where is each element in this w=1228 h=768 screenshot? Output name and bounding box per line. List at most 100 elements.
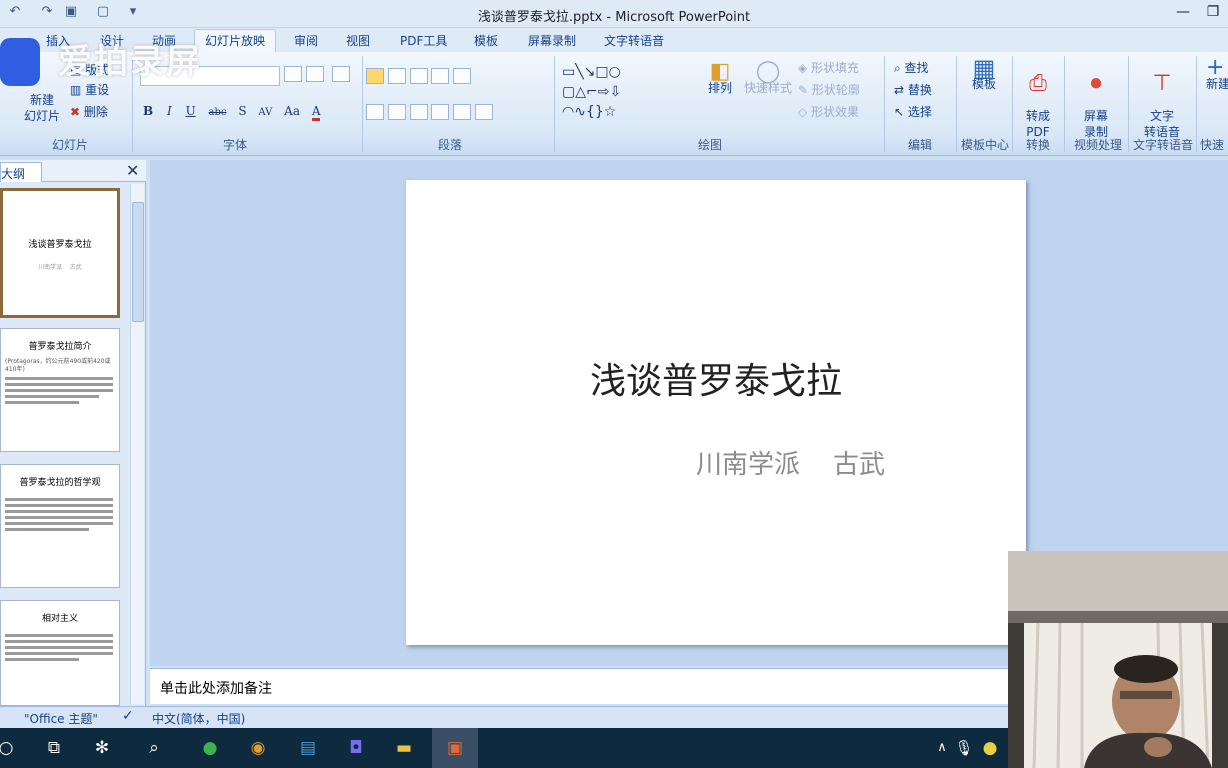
- font-group-label: 字体: [222, 138, 247, 152]
- case-button[interactable]: Aa: [284, 104, 300, 118]
- slide-thumbnail[interactable]: 相对主义: [0, 600, 120, 706]
- tab-template[interactable]: 模板: [468, 32, 504, 49]
- strikethrough-button[interactable]: abc: [209, 107, 227, 118]
- freeform-shape-icon[interactable]: ∿: [574, 104, 586, 120]
- search-icon[interactable]: ⌕: [142, 736, 166, 760]
- align-center-icon[interactable]: [387, 104, 406, 120]
- grow-font-icon[interactable]: [284, 66, 302, 82]
- shape-fill-button[interactable]: ◈ 形状填充: [798, 60, 859, 76]
- align-left-icon[interactable]: [366, 104, 384, 120]
- thumb-line: [5, 528, 89, 531]
- thumb-subtitle: 川南学派 古武: [38, 264, 82, 271]
- slide-thumbnail[interactable]: 浅谈普罗泰戈拉 川南学派 古武: [0, 188, 120, 318]
- shapes-gallery[interactable]: ▭╲↘□○ ▢△⌐⇨⇩ ◠∿{}☆: [562, 62, 692, 122]
- task-view-icon[interactable]: ⧉: [42, 736, 66, 760]
- select-button[interactable]: ↖ 选择: [894, 104, 932, 120]
- shrink-font-icon[interactable]: [305, 66, 324, 82]
- rect-shape-icon[interactable]: □: [595, 64, 608, 80]
- tab-pdf-tools[interactable]: PDF工具: [394, 32, 453, 49]
- down-arrow-shape-icon[interactable]: ⇩: [609, 84, 621, 100]
- numbering-icon[interactable]: [387, 68, 406, 84]
- right-arrow-shape-icon[interactable]: ⇨: [598, 84, 610, 100]
- connector-shape-icon[interactable]: ⌐: [586, 84, 598, 100]
- italic-button[interactable]: I: [167, 104, 172, 118]
- bullets-icon[interactable]: [366, 68, 384, 84]
- spacing-button[interactable]: AV: [258, 107, 272, 118]
- find-label: 查找: [904, 61, 929, 75]
- chrome-icon[interactable]: ◉: [246, 736, 270, 760]
- tab-text-to-speech[interactable]: 文字转语音: [598, 32, 670, 49]
- shape-effects-label: 形状效果: [811, 105, 860, 119]
- star-shape-icon[interactable]: ☆: [604, 104, 617, 120]
- minimize-icon[interactable]: —: [1168, 4, 1198, 20]
- webcam-image: [1008, 551, 1228, 768]
- tab-view[interactable]: 视图: [340, 32, 376, 49]
- line-shape-icon[interactable]: ╲: [575, 64, 583, 80]
- powerpoint-taskbar-icon[interactable]: ▣: [432, 728, 478, 768]
- align-right-icon[interactable]: [409, 104, 428, 120]
- increase-indent-icon[interactable]: [431, 68, 450, 84]
- browser-green-icon[interactable]: ●: [198, 736, 222, 760]
- thumb-line: [5, 498, 113, 501]
- language-status[interactable]: 中文(简体，中国): [152, 710, 245, 727]
- cortana-icon[interactable]: ○: [0, 736, 18, 760]
- current-slide[interactable]: 浅谈普罗泰戈拉 川南学派 古武: [406, 180, 1026, 645]
- roundrect-shape-icon[interactable]: ▢: [562, 84, 575, 100]
- distributed-icon[interactable]: [453, 104, 472, 120]
- shape-effects-button[interactable]: ◇ 形状效果: [798, 104, 859, 120]
- tray-chevron-icon[interactable]: ∧: [930, 736, 954, 760]
- curve-shape-icon[interactable]: ◠: [562, 104, 574, 120]
- restore-icon[interactable]: ❐: [1198, 4, 1228, 20]
- font-size-buttons[interactable]: [284, 66, 330, 86]
- brace-right-icon[interactable]: }: [595, 104, 604, 120]
- notes-pane[interactable]: 单击此处添加备注: [150, 668, 1010, 704]
- notes-placeholder[interactable]: 单击此处添加备注: [160, 678, 272, 698]
- thumb-line: [5, 516, 113, 519]
- contacts-app-icon[interactable]: ▤: [296, 736, 320, 760]
- scrollbar-thumb[interactable]: [132, 202, 144, 322]
- replace-button[interactable]: ⇄ 替换: [894, 82, 932, 98]
- arrange-button[interactable]: ◧ 排列: [700, 61, 740, 96]
- folder-icon[interactable]: ▬: [392, 736, 416, 760]
- close-icon[interactable]: ✕: [126, 161, 139, 180]
- quick-new-button[interactable]: + 新建: [1206, 60, 1228, 92]
- slide-thumbnail[interactable]: 普罗泰戈拉的哲学观: [0, 464, 120, 588]
- thumb-line: [5, 389, 113, 392]
- template-button[interactable]: ▦ 模板: [962, 56, 1006, 92]
- thumbnail-scrollbar[interactable]: [130, 184, 144, 704]
- triangle-shape-icon[interactable]: △: [575, 84, 586, 100]
- brace-left-icon[interactable]: {: [586, 104, 595, 120]
- justify-icon[interactable]: [431, 104, 450, 120]
- tab-screen-record[interactable]: 屏幕录制: [522, 32, 582, 49]
- slide-title[interactable]: 浅谈普罗泰戈拉: [406, 352, 1026, 404]
- columns-icon[interactable]: [475, 104, 494, 120]
- tray-app-icon[interactable]: ●: [978, 736, 1002, 760]
- separator: [554, 56, 555, 152]
- delete-button[interactable]: ✖ 删除: [70, 104, 108, 120]
- tab-review[interactable]: 审阅: [288, 32, 324, 49]
- slide-thumbnail[interactable]: 普罗泰戈拉简介 (Protagoras，约公元前490或前420或410年): [0, 328, 120, 452]
- clear-format-icon[interactable]: [332, 66, 350, 82]
- pinwheel-app-icon[interactable]: ✻: [90, 736, 114, 760]
- shape-fill-label: 形状填充: [811, 61, 860, 75]
- recorder-app-icon[interactable]: ◘: [344, 736, 368, 760]
- textbox-shape-icon[interactable]: ▭: [562, 64, 575, 80]
- line-spacing-icon[interactable]: [453, 68, 472, 84]
- quick-styles-button[interactable]: ◯ 快速样式: [742, 61, 794, 96]
- shape-outline-button[interactable]: ✎ 形状轮廓: [798, 82, 860, 98]
- bold-button[interactable]: B: [143, 104, 153, 118]
- font-color-button[interactable]: A: [311, 104, 321, 121]
- shadow-button[interactable]: S: [238, 104, 246, 118]
- new-slide-button[interactable]: 新建 幻灯片: [14, 92, 70, 124]
- pdf-icon: ⎙: [1029, 71, 1047, 96]
- microphone-icon[interactable]: 🎙: [952, 736, 976, 760]
- underline-button[interactable]: U: [186, 104, 196, 118]
- arrow-shape-icon[interactable]: ↘: [584, 64, 596, 80]
- theme-status[interactable]: "Office 主题": [24, 710, 98, 727]
- oval-shape-icon[interactable]: ○: [609, 64, 621, 80]
- slide-subtitle[interactable]: 川南学派 古武: [696, 444, 885, 481]
- spellcheck-icon[interactable]: ✓: [122, 708, 134, 724]
- outline-tab[interactable]: 大纲: [0, 162, 42, 182]
- find-button[interactable]: ⌕ 查找: [894, 60, 929, 76]
- decrease-indent-icon[interactable]: [409, 68, 428, 84]
